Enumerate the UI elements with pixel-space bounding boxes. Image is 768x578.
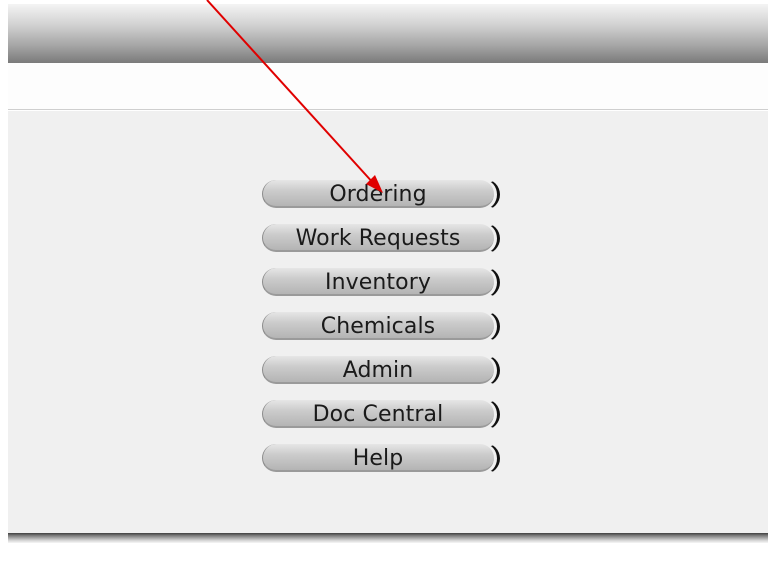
help-button-label: Help [352, 446, 404, 471]
chemicals-button-label: Chemicals [320, 314, 436, 339]
work-requests-button[interactable]: Work Requests [262, 222, 500, 256]
admin-button-label: Admin [342, 358, 414, 383]
ordering-button[interactable]: Ordering [262, 178, 500, 212]
doc-central-button[interactable]: Doc Central [262, 398, 500, 432]
doc-central-button-label: Doc Central [312, 402, 444, 427]
ordering-button-label: Ordering [329, 182, 427, 207]
inventory-button-label: Inventory [325, 270, 431, 295]
header-bar [8, 4, 768, 63]
footer-divider [8, 533, 768, 543]
main-menu: Ordering Work Requests Inventory Chemica… [262, 178, 502, 486]
inventory-button[interactable]: Inventory [262, 266, 500, 300]
chemicals-button[interactable]: Chemicals [262, 310, 500, 344]
subheader-band [8, 63, 768, 110]
help-button[interactable]: Help [262, 442, 500, 476]
admin-button[interactable]: Admin [262, 354, 500, 388]
app-page: Ordering Work Requests Inventory Chemica… [0, 0, 768, 578]
work-requests-button-label: Work Requests [295, 226, 461, 251]
